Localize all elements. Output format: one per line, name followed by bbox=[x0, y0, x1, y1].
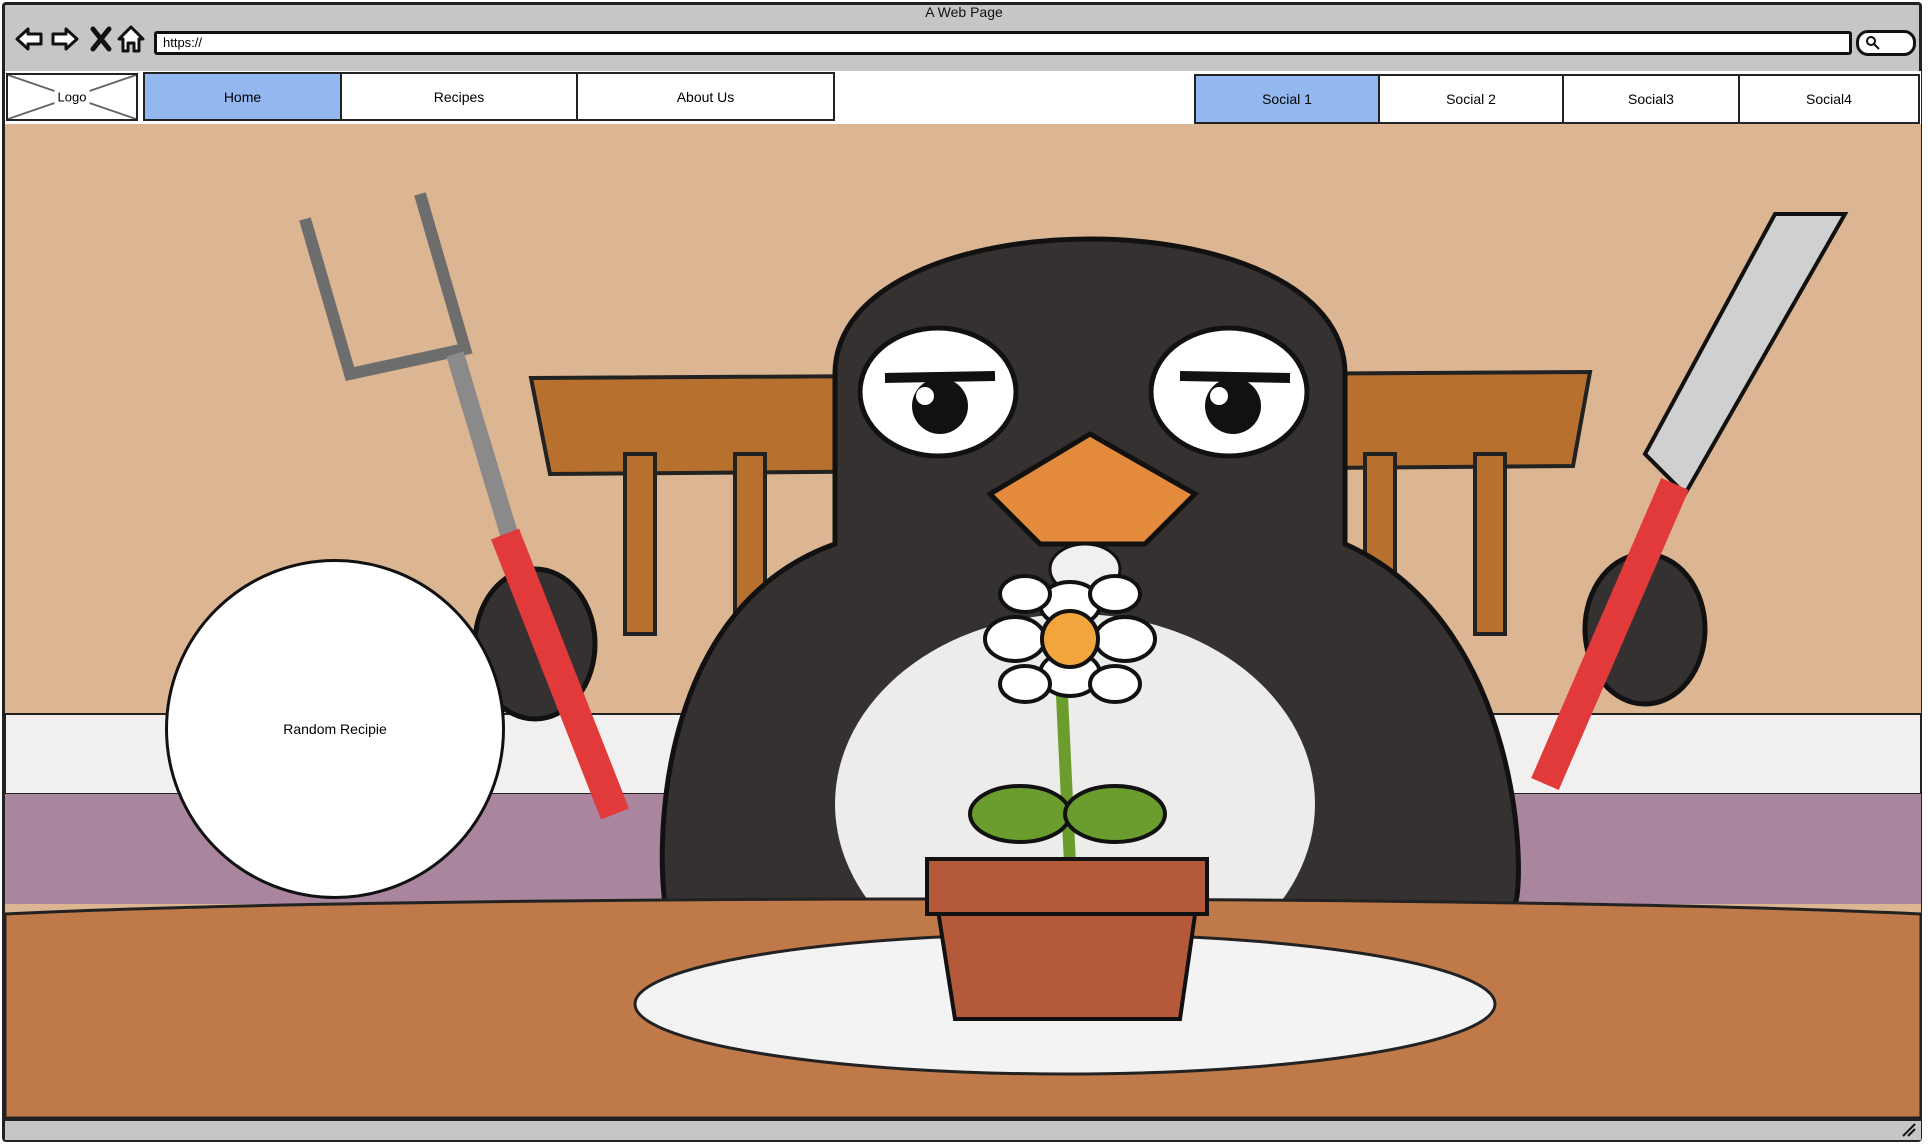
window-title: A Web Page bbox=[925, 4, 1003, 20]
search-button[interactable] bbox=[1856, 30, 1916, 56]
hero-image: Random Recipie bbox=[5, 124, 1921, 1118]
url-input[interactable]: https:// bbox=[154, 31, 1852, 55]
social-3-button[interactable]: Social3 bbox=[1562, 74, 1740, 124]
close-icon[interactable] bbox=[84, 22, 118, 56]
search-icon bbox=[1866, 36, 1880, 50]
status-bar bbox=[5, 1118, 1921, 1140]
tab-recipes[interactable]: Recipes bbox=[340, 72, 578, 121]
forward-icon[interactable] bbox=[48, 22, 82, 56]
social-1-button[interactable]: Social 1 bbox=[1194, 74, 1380, 124]
logo[interactable]: Logo bbox=[6, 73, 138, 121]
resize-grip-icon[interactable] bbox=[1901, 1122, 1917, 1138]
social-2-button[interactable]: Social 2 bbox=[1378, 74, 1564, 124]
back-icon[interactable] bbox=[12, 22, 46, 56]
tab-about-us[interactable]: About Us bbox=[576, 72, 835, 121]
logo-label: Logo bbox=[54, 89, 90, 105]
home-icon[interactable] bbox=[114, 22, 148, 56]
tab-home[interactable]: Home bbox=[143, 72, 342, 121]
social-4-button[interactable]: Social4 bbox=[1738, 74, 1920, 124]
random-recipe-button[interactable]: Random Recipie bbox=[165, 559, 505, 899]
